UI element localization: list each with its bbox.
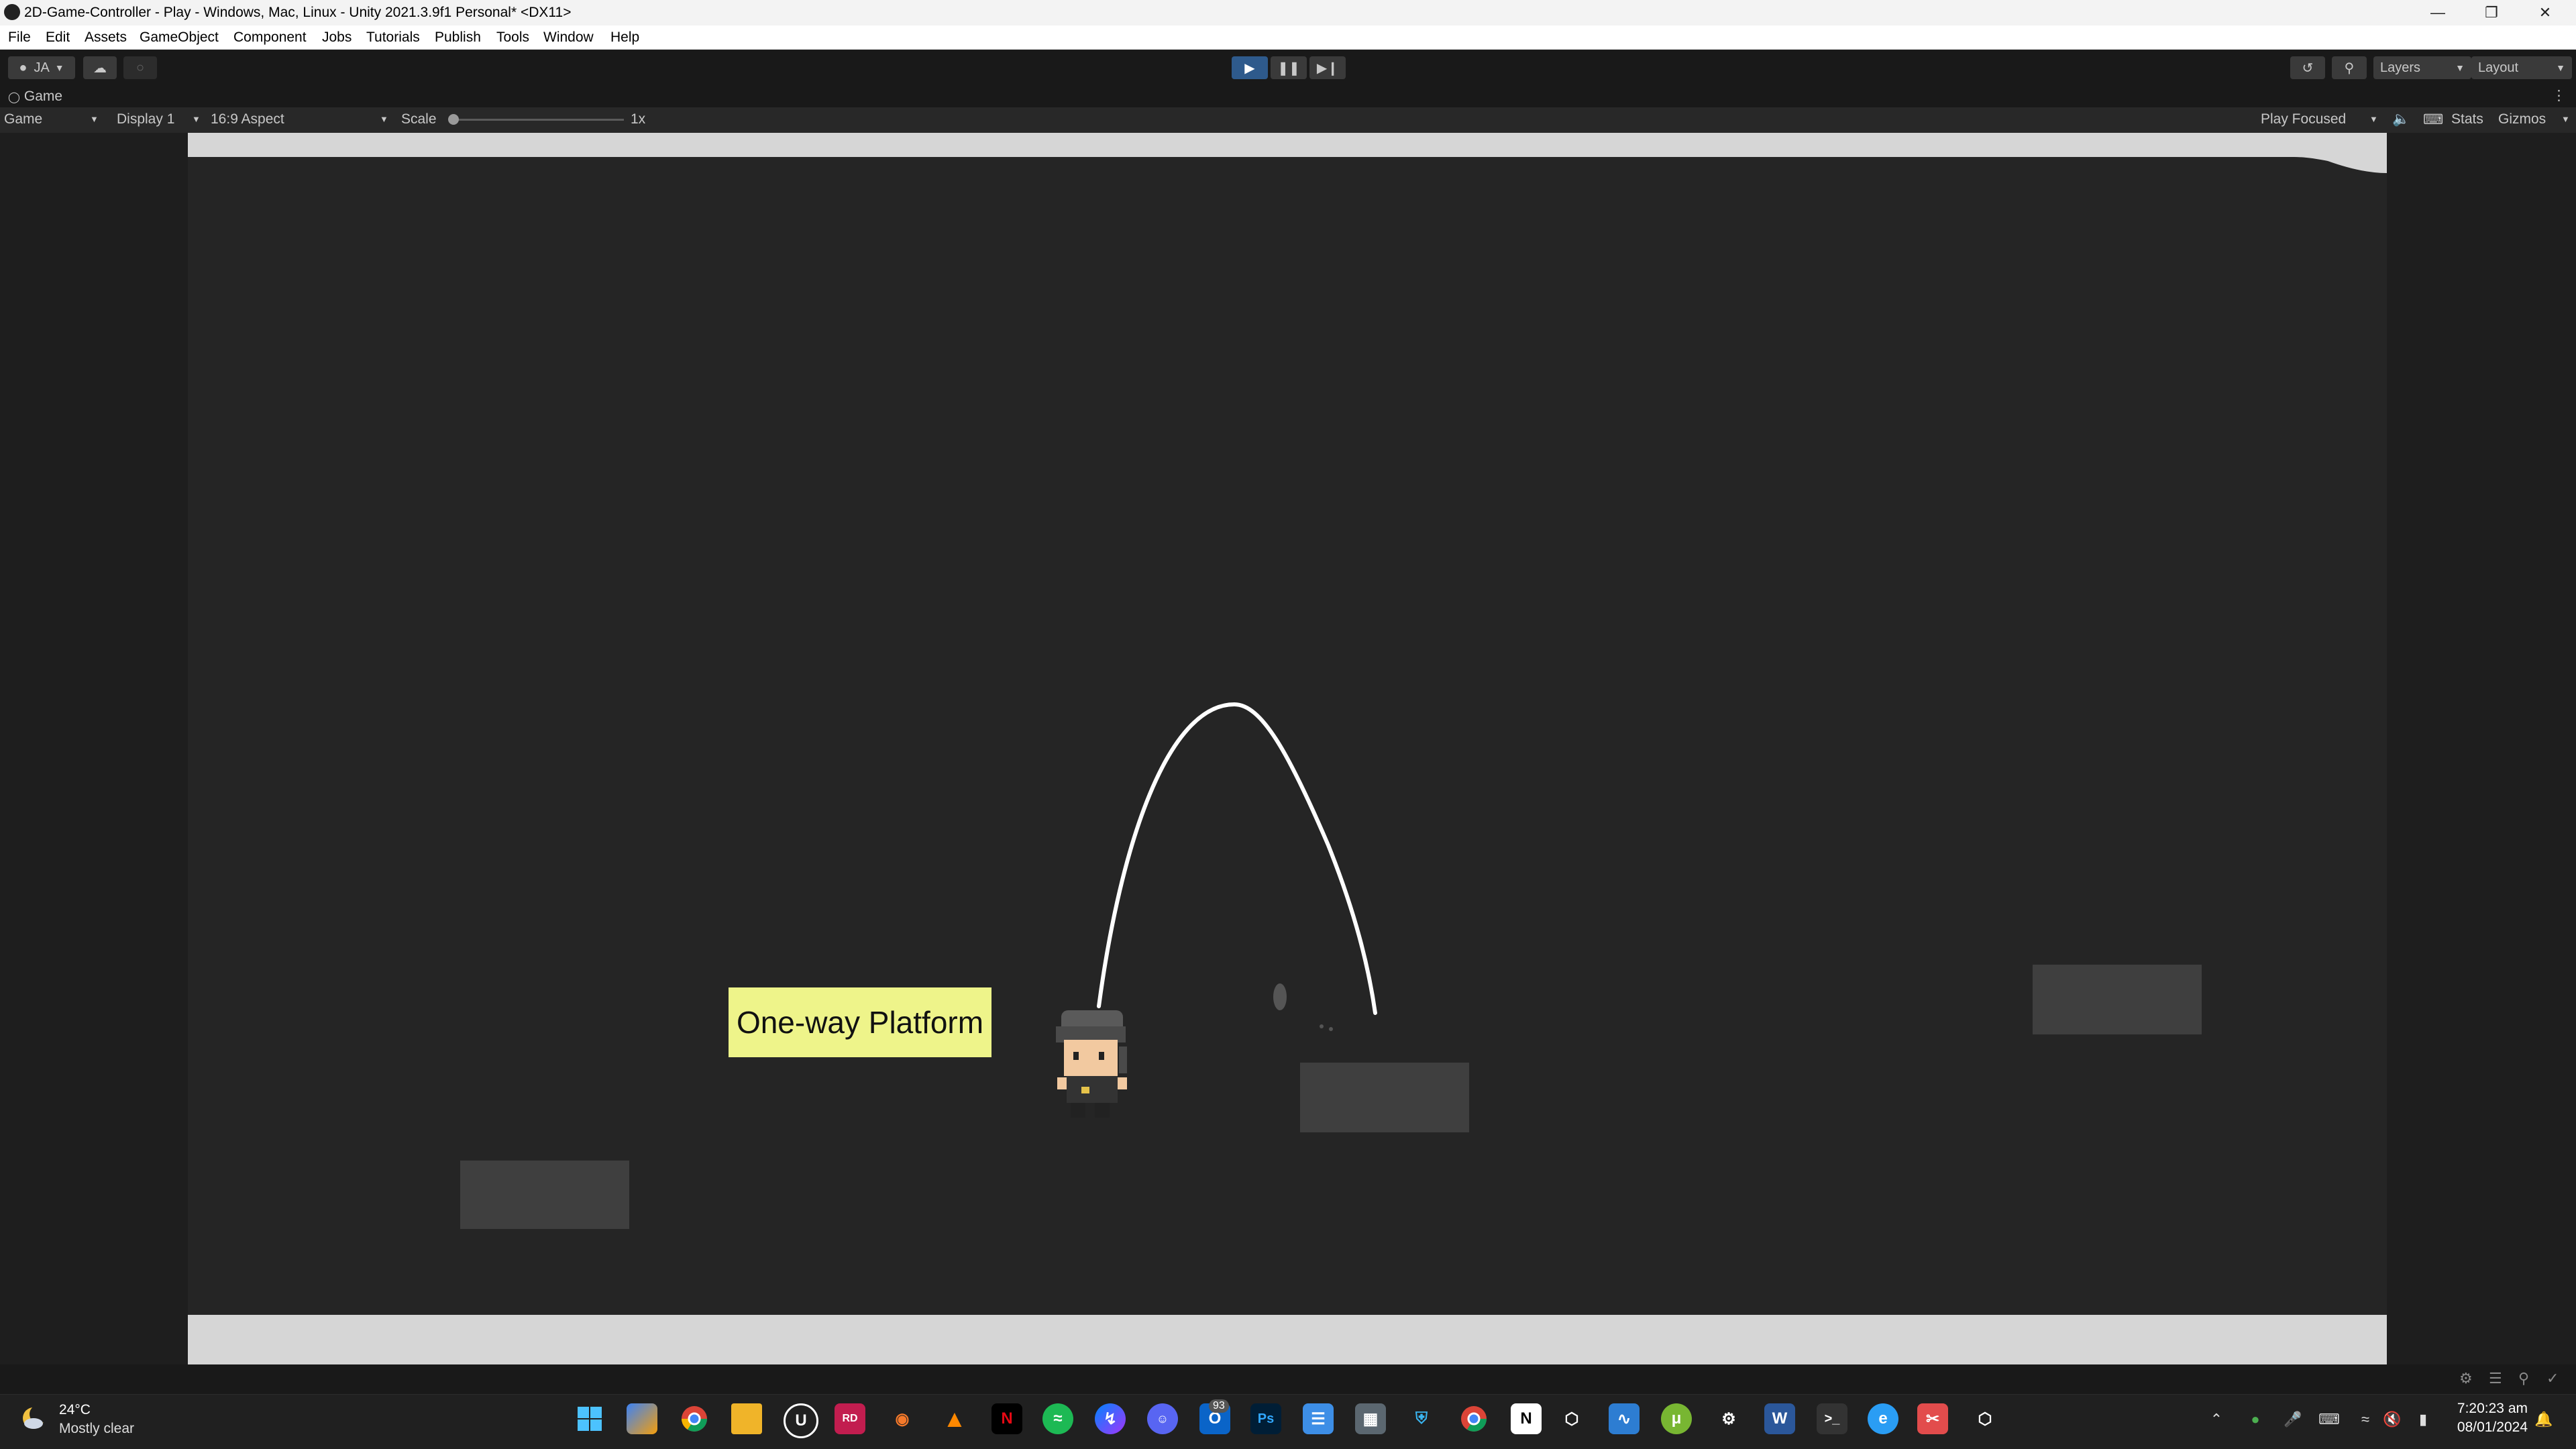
file-explorer-icon[interactable] xyxy=(731,1403,762,1434)
game-scene xyxy=(188,133,2387,1364)
dust-particle xyxy=(1329,1027,1333,1031)
snip-icon[interactable]: ✂ xyxy=(1917,1403,1948,1434)
layers-stack-icon[interactable]: ☰ xyxy=(2489,1370,2502,1387)
chevron-up-icon[interactable]: ⌃ xyxy=(2207,1410,2226,1429)
utorrent-icon[interactable]: μ xyxy=(1661,1403,1692,1434)
netflix-icon[interactable]: N xyxy=(991,1403,1022,1434)
notepad-icon[interactable]: ☰ xyxy=(1303,1403,1334,1434)
nvidia-icon[interactable]: ● xyxy=(2246,1410,2265,1429)
jump-trail xyxy=(1097,702,1377,1015)
cache-server-icon[interactable]: ⚲ xyxy=(2518,1370,2529,1387)
unity-hub-icon[interactable]: ⬡ xyxy=(1556,1403,1587,1434)
discord-icon[interactable]: ☺ xyxy=(1147,1403,1178,1434)
clock-time[interactable]: 7:20:23 am xyxy=(2453,1401,2528,1417)
keyboard-icon[interactable]: ⌨ xyxy=(2318,1410,2340,1429)
player-character xyxy=(1056,1010,1127,1118)
notification-badge: 93 xyxy=(1209,1399,1229,1413)
photoshop-icon[interactable]: Ps xyxy=(1250,1403,1281,1434)
ceiling-wall xyxy=(188,133,2387,173)
chrome-icon[interactable] xyxy=(679,1403,710,1434)
blender-icon[interactable]: ◉ xyxy=(887,1403,918,1434)
unity-icon[interactable]: ⬡ xyxy=(1970,1403,2000,1434)
start-icon[interactable] xyxy=(574,1403,605,1434)
weather-desc: Mostly clear xyxy=(59,1421,135,1436)
dust-particle xyxy=(1320,1024,1324,1028)
task-manager-icon[interactable]: ∿ xyxy=(1609,1403,1640,1434)
copilot-icon[interactable] xyxy=(627,1403,657,1434)
floor xyxy=(188,1315,2387,1364)
notion-icon[interactable]: N xyxy=(1511,1403,1542,1434)
unreal-icon[interactable]: U xyxy=(784,1403,818,1438)
settings-icon[interactable]: ⚙ xyxy=(1713,1403,1744,1434)
chrome-alt-icon[interactable] xyxy=(1458,1403,1489,1434)
taskbar xyxy=(0,1394,2576,1449)
platform-middle xyxy=(1300,1063,1469,1132)
auto-refresh-icon[interactable]: ✓ xyxy=(2546,1370,2559,1387)
calculator-icon[interactable]: ▦ xyxy=(1355,1403,1386,1434)
battery-icon[interactable]: ▮ xyxy=(2414,1410,2432,1429)
one-way-platform-sign: One-way Platform xyxy=(729,987,991,1057)
terminal-icon[interactable]: >_ xyxy=(1817,1403,1847,1434)
clock-date[interactable]: 08/01/2024 xyxy=(2453,1419,2528,1436)
edge-icon[interactable]: e xyxy=(1868,1403,1898,1434)
debug-icon[interactable]: ⚙ xyxy=(2459,1370,2473,1387)
malwarebytes-icon[interactable]: ⛨ xyxy=(1406,1403,1437,1434)
dust-particle xyxy=(1273,983,1287,1010)
vlc-icon[interactable]: ▲ xyxy=(939,1403,970,1434)
microphone-icon[interactable]: 🎤 xyxy=(2284,1410,2302,1429)
status-strip: ⚙ ☰ ⚲ ✓ xyxy=(0,1364,2576,1394)
platform-right xyxy=(2033,965,2202,1034)
messenger-icon[interactable]: ↯ xyxy=(1095,1403,1126,1434)
weather-moon-icon[interactable] xyxy=(19,1403,48,1433)
rider-icon[interactable]: RD xyxy=(835,1403,865,1434)
weather-temp: 24°C xyxy=(59,1402,91,1417)
wifi-icon[interactable]: ≈ xyxy=(2356,1410,2375,1429)
notification-bell-icon[interactable]: 🔔 xyxy=(2534,1410,2553,1429)
word-icon[interactable]: W xyxy=(1764,1403,1795,1434)
volume-muted-icon[interactable]: 🔇 xyxy=(2383,1410,2402,1429)
spotify-icon[interactable]: ≈ xyxy=(1042,1403,1073,1434)
platform-left xyxy=(460,1161,629,1229)
